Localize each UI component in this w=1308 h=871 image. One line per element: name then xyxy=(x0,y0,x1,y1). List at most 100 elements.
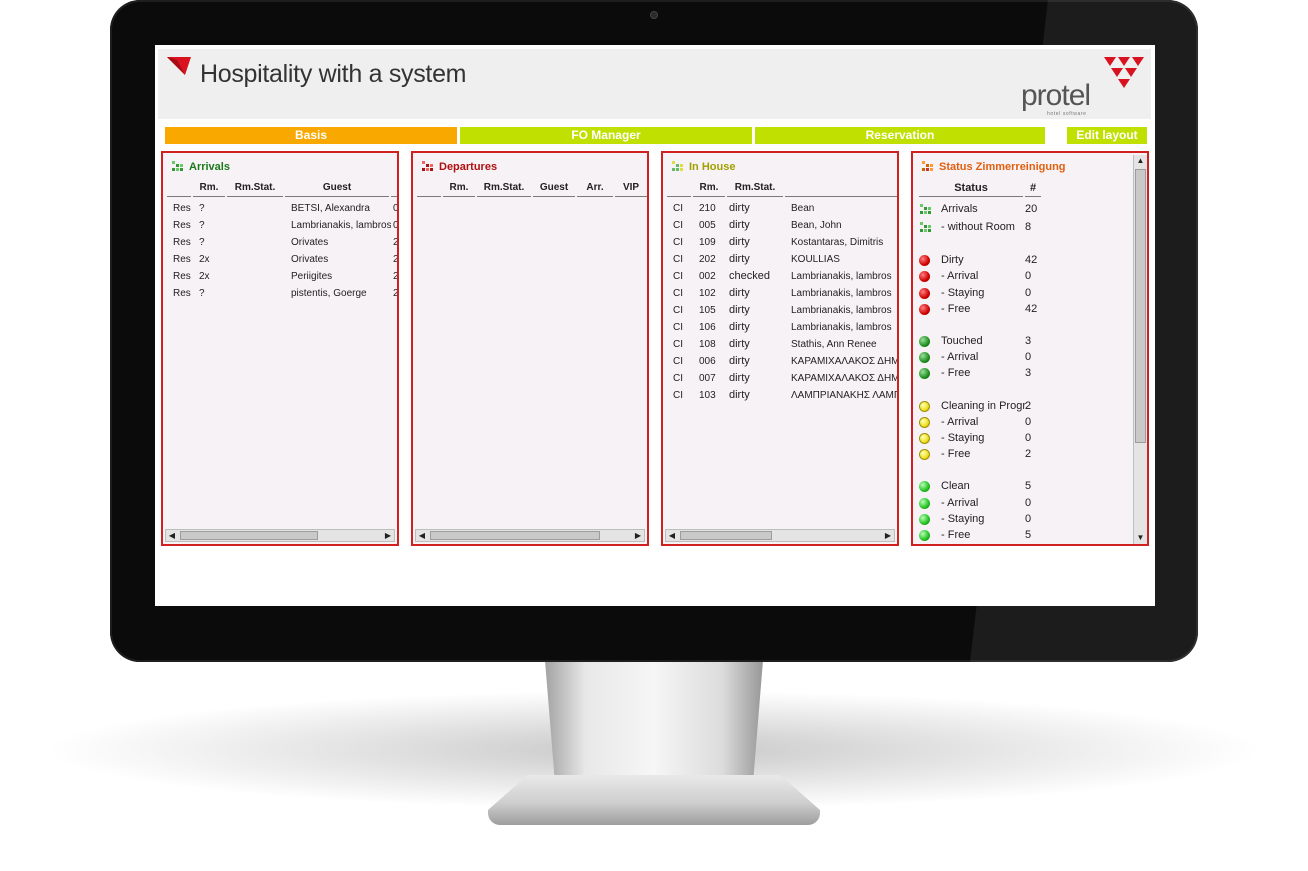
row-room-status: dirty xyxy=(729,389,750,401)
inhouse-col-blank[interactable] xyxy=(667,181,691,197)
status-row[interactable]: - Staying 0 xyxy=(919,287,1049,303)
inhouse-col-guest[interactable] xyxy=(785,181,897,197)
green-dot-icon xyxy=(919,530,930,541)
main-tabs: Basis FO Manager Reservation Edit layout xyxy=(165,127,1147,144)
inhouse-hscrollbar[interactable]: ◀ ▶ xyxy=(665,529,895,542)
inhouse-grid-icon xyxy=(672,161,683,171)
status-row[interactable]: - Free 5 xyxy=(919,529,1049,544)
status-label: - Staying xyxy=(941,432,985,444)
status-row[interactable]: - Free 42 xyxy=(919,303,1049,319)
status-row[interactable]: - Arrival 0 xyxy=(919,416,1049,432)
scroll-thumb[interactable] xyxy=(430,531,600,540)
arrivals-grid-icon xyxy=(920,222,931,232)
row-guest: Kostantaras, Dimitris xyxy=(791,237,884,248)
departures-hscrollbar[interactable]: ◀ ▶ xyxy=(415,529,645,542)
status-col-count[interactable]: # xyxy=(1025,181,1041,197)
scroll-thumb[interactable] xyxy=(680,531,772,540)
status-count: 0 xyxy=(1025,351,1032,363)
scroll-left-icon[interactable]: ◀ xyxy=(667,531,677,541)
tab-basis[interactable]: Basis xyxy=(165,127,457,144)
status-row[interactable]: - Free 3 xyxy=(919,367,1049,383)
row-room: 002 xyxy=(699,271,716,282)
row-type: CI xyxy=(673,271,683,282)
row-type: CI xyxy=(673,356,683,367)
inhouse-col-rmstat[interactable]: Rm.Stat. xyxy=(727,181,783,197)
scroll-right-icon[interactable]: ▶ xyxy=(883,531,893,541)
status-row[interactable]: - Arrival 0 xyxy=(919,351,1049,367)
arrivals-grid-icon xyxy=(172,161,183,171)
row-guest: Lambrianakis, lambros xyxy=(791,322,892,333)
arrivals-col-rm[interactable]: Rm. xyxy=(193,181,225,197)
red-dot-icon xyxy=(919,255,930,266)
status-row[interactable]: Arrivals 20 xyxy=(919,203,1049,219)
status-count: 0 xyxy=(1025,416,1032,428)
status-vscrollbar[interactable]: ▲ ▼ xyxy=(1133,155,1147,544)
status-row[interactable]: Dirty 42 xyxy=(919,254,1049,270)
scroll-thumb[interactable] xyxy=(180,531,318,540)
scroll-right-icon[interactable]: ▶ xyxy=(633,531,643,541)
row-room: 109 xyxy=(699,237,716,248)
row-room: ? xyxy=(199,237,205,248)
app-screen: Hospitality with a system protel hotel s… xyxy=(155,45,1155,606)
scroll-up-icon[interactable]: ▲ xyxy=(1135,156,1146,166)
row-room-status: dirty xyxy=(729,236,750,248)
departures-title: Departures xyxy=(439,161,498,173)
scroll-left-icon[interactable]: ◀ xyxy=(417,531,427,541)
status-col-status[interactable]: Status xyxy=(919,181,1023,197)
departures-col-blank[interactable] xyxy=(417,181,441,197)
departures-col-arr[interactable]: Arr. xyxy=(577,181,613,197)
red-triangle-logo-icon xyxy=(167,57,191,75)
red-dot-icon xyxy=(919,304,930,315)
status-label: - Free xyxy=(941,448,971,460)
status-row[interactable]: - Free 2 xyxy=(919,448,1049,464)
row-guest: Orivates xyxy=(291,237,329,248)
edit-layout-button[interactable]: Edit layout xyxy=(1067,127,1147,144)
row-room: 202 xyxy=(699,254,716,265)
arrivals-col-guest[interactable]: Guest xyxy=(285,181,389,197)
scroll-left-icon[interactable]: ◀ xyxy=(167,531,177,541)
inhouse-col-rm[interactable]: Rm. xyxy=(693,181,725,197)
row-type: CI xyxy=(673,288,683,299)
row-room: 108 xyxy=(699,339,716,350)
row-room-status: dirty xyxy=(729,304,750,316)
status-row[interactable]: - Staying 0 xyxy=(919,432,1049,448)
tab-fo-manager[interactable]: FO Manager xyxy=(460,127,752,144)
scroll-thumb[interactable] xyxy=(1135,169,1146,443)
arrivals-col-rmstat[interactable]: Rm.Stat. xyxy=(227,181,283,197)
scroll-down-icon[interactable]: ▼ xyxy=(1135,533,1146,543)
row-guest: pistentis, Goerge xyxy=(291,288,367,299)
departures-col-guest[interactable]: Guest xyxy=(533,181,575,197)
row-guest: Bean, John xyxy=(791,220,842,231)
status-row[interactable]: - Arrival 0 xyxy=(919,497,1049,513)
departures-col-rm[interactable]: Rm. xyxy=(443,181,475,197)
arrivals-col-blank[interactable] xyxy=(167,181,191,197)
status-row[interactable]: - without Room 8 xyxy=(919,221,1049,237)
status-grid-icon xyxy=(922,161,933,171)
row-extra: 2 xyxy=(393,254,399,265)
row-type: CI xyxy=(673,373,683,384)
inhouse-panel: In House Rm. Rm.Stat. CI 210 dirty Bean CI 00… xyxy=(661,151,899,546)
scroll-right-icon[interactable]: ▶ xyxy=(383,531,393,541)
status-label: - Staying xyxy=(941,287,985,299)
departures-col-rmstat[interactable]: Rm.Stat. xyxy=(477,181,531,197)
status-row[interactable]: Cleaning in Progr. 2 xyxy=(919,400,1049,416)
row-type: Res xyxy=(173,237,191,248)
arrivals-col-extra[interactable] xyxy=(391,181,397,197)
row-type: Res xyxy=(173,288,191,299)
row-type: CI xyxy=(673,237,683,248)
status-row[interactable]: Clean 5 xyxy=(919,480,1049,496)
status-row[interactable]: - Arrival 0 xyxy=(919,270,1049,286)
yellow-dot-icon xyxy=(919,417,930,428)
row-room: 102 xyxy=(699,288,716,299)
red-dot-icon xyxy=(919,271,930,282)
status-row[interactable]: - Staying 0 xyxy=(919,513,1049,529)
row-type: CI xyxy=(673,390,683,401)
status-count: 3 xyxy=(1025,367,1032,379)
tab-reservation[interactable]: Reservation xyxy=(755,127,1045,144)
status-row[interactable]: Touched 3 xyxy=(919,335,1049,351)
row-extra: 2 xyxy=(393,288,399,299)
departures-col-vip[interactable]: VIP xyxy=(615,181,647,197)
row-guest: Orivates xyxy=(291,254,329,265)
arrivals-hscrollbar[interactable]: ◀ ▶ xyxy=(165,529,395,542)
row-room-status: dirty xyxy=(729,338,750,350)
